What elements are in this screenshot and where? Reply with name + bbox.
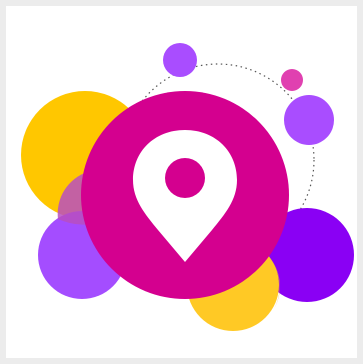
lavender-circle-right: [284, 95, 334, 145]
location-bubbles-illustration: [21, 43, 354, 331]
purple-dot-top: [163, 43, 197, 77]
pink-dot-small: [281, 69, 303, 91]
